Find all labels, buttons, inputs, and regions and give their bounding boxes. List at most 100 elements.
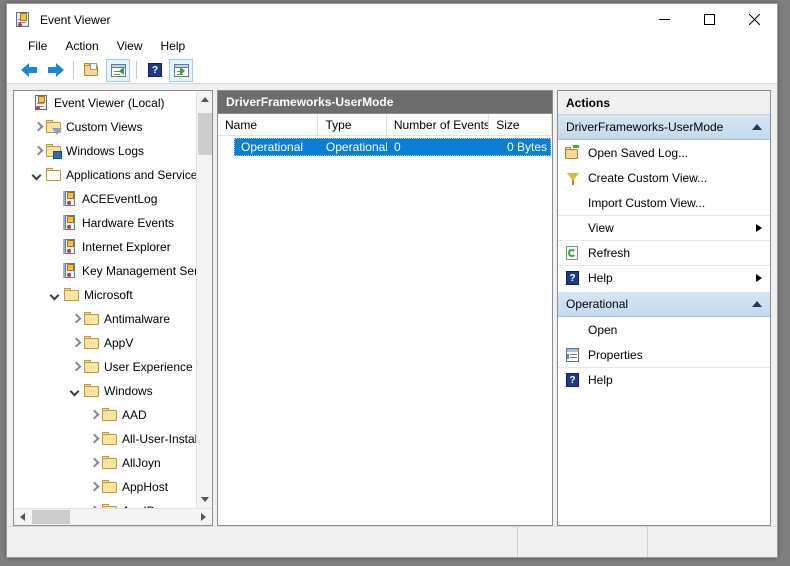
toolbar: ? — [7, 57, 777, 84]
tree-item-windows[interactable]: Windows — [14, 379, 196, 403]
action-help[interactable]: ? Help — [558, 265, 770, 290]
action-open-saved-log[interactable]: Open Saved Log... — [558, 140, 770, 165]
tree-item-aad[interactable]: AAD — [14, 403, 196, 427]
menu-help[interactable]: Help — [152, 37, 195, 55]
action-label: Refresh — [588, 246, 631, 260]
twisty-expanded[interactable] — [66, 387, 84, 396]
scroll-up-button[interactable] — [197, 91, 212, 108]
tree-item-aceeventlog[interactable]: ACEEventLog — [14, 187, 196, 211]
tree-item-applications-and-services[interactable]: Applications and Services — [14, 163, 196, 187]
tree-item-windows-logs[interactable]: Windows Logs — [14, 139, 196, 163]
twisty-collapsed[interactable] — [66, 363, 84, 372]
actions-pane-title: Actions — [558, 91, 770, 115]
actions-pane: Actions DriverFrameworks-UserMode Open S… — [557, 90, 771, 526]
scrollbar-thumb[interactable] — [198, 113, 212, 155]
tree-item-key-management-service[interactable]: Key Management Ser — [14, 259, 196, 283]
minimize-button[interactable] — [642, 4, 687, 35]
column-header-number-of-events[interactable]: Number of Events — [387, 113, 490, 136]
tree-item-custom-views[interactable]: Custom Views — [14, 115, 196, 139]
column-header-name[interactable]: Name — [218, 113, 319, 136]
actions-section-header-operational[interactable]: Operational — [558, 292, 770, 317]
folder-funnel-icon — [46, 119, 62, 135]
show-hide-action-pane-button[interactable] — [169, 58, 193, 82]
tree-item-label: Microsoft — [84, 288, 133, 302]
menu-file[interactable]: File — [19, 37, 56, 55]
scroll-left-button[interactable] — [14, 509, 31, 525]
scrollbar-thumb[interactable] — [32, 510, 70, 524]
help-icon: ? — [564, 270, 582, 286]
tree-item-appid[interactable]: AppID — [14, 499, 196, 508]
twisty-expanded[interactable] — [46, 291, 64, 300]
twisty-collapsed[interactable] — [66, 339, 84, 348]
cell-type: Operational — [325, 140, 387, 154]
action-view[interactable]: View — [558, 215, 770, 240]
help-button[interactable]: ? — [143, 59, 167, 82]
twisty-collapsed[interactable] — [84, 435, 102, 444]
tree-item-apphost[interactable]: AppHost — [14, 475, 196, 499]
twisty-collapsed[interactable] — [84, 459, 102, 468]
twisty-collapsed[interactable] — [84, 411, 102, 420]
tree-vertical-scrollbar[interactable] — [196, 91, 212, 508]
table-row[interactable]: Operational Operational 0 0 Bytes — [234, 138, 551, 156]
action-pane-icon — [173, 63, 189, 77]
console-tree-pane: Event Viewer (Local) Custom Views Window… — [13, 90, 213, 526]
menu-action[interactable]: Action — [56, 37, 107, 55]
triangle-up-icon[interactable] — [752, 301, 762, 307]
tree-item-label: Hardware Events — [82, 216, 175, 230]
tree-horizontal-scrollbar[interactable] — [14, 508, 212, 525]
action-import-custom-view[interactable]: Import Custom View... — [558, 190, 770, 215]
action-open[interactable]: Open — [558, 317, 770, 342]
action-label: Open — [588, 322, 618, 337]
folder-icon — [84, 335, 100, 351]
title-bar: Event Viewer — [7, 4, 777, 35]
twisty-collapsed[interactable] — [28, 147, 46, 156]
action-label: Open Saved Log... — [588, 145, 689, 160]
back-button[interactable] — [17, 59, 41, 82]
status-segment-1 — [7, 527, 517, 557]
twisty-collapsed[interactable] — [66, 315, 84, 324]
menu-view[interactable]: View — [108, 37, 152, 55]
forward-button[interactable] — [43, 59, 67, 82]
log-list-pane: DriverFrameworks-UserMode Name Type Numb… — [217, 90, 553, 526]
action-label: Help — [588, 373, 613, 387]
tree-item-alljoyn[interactable]: AllJoyn — [14, 451, 196, 475]
column-header-size[interactable]: Size — [489, 113, 552, 136]
action-help-operational[interactable]: ? Help — [558, 367, 770, 392]
actions-section-header-driverframeworks[interactable]: DriverFrameworks-UserMode — [558, 115, 770, 140]
twisty-collapsed[interactable] — [28, 123, 46, 132]
folder-icon — [102, 407, 118, 423]
tree-item-appv[interactable]: AppV — [14, 331, 196, 355]
open-saved-log-button[interactable] — [80, 59, 104, 82]
tree-item-all-user-install[interactable]: All-User-Instal — [14, 427, 196, 451]
column-header-type[interactable]: Type — [318, 113, 387, 136]
tree-item-antimalware[interactable]: Antimalware — [14, 307, 196, 331]
scroll-right-button[interactable] — [195, 509, 212, 525]
tree-item-user-experience-virtualization[interactable]: User Experience Vi — [14, 355, 196, 379]
close-button[interactable] — [732, 4, 777, 35]
tree-item-internet-explorer[interactable]: Internet Explorer — [14, 235, 196, 259]
scroll-down-button[interactable] — [197, 491, 212, 508]
action-create-custom-view[interactable]: Create Custom View... — [558, 165, 770, 190]
folder-icon — [102, 455, 118, 471]
tree-item-label: AllJoyn — [122, 456, 161, 470]
tree-item-event-viewer-local[interactable]: Event Viewer (Local) — [14, 91, 196, 115]
tree-item-hardware-events[interactable]: Hardware Events — [14, 211, 196, 235]
triangle-up-icon[interactable] — [752, 124, 762, 130]
maximize-button[interactable] — [687, 4, 732, 35]
action-refresh[interactable]: Refresh — [558, 240, 770, 265]
status-segment-3 — [647, 527, 777, 557]
log-icon — [62, 215, 78, 231]
folder-icon — [102, 431, 118, 447]
twisty-collapsed[interactable] — [84, 483, 102, 492]
no-icon — [564, 220, 582, 236]
show-hide-console-tree-button[interactable] — [106, 58, 130, 82]
help-icon: ? — [148, 63, 162, 77]
content-area: Event Viewer (Local) Custom Views Window… — [7, 84, 777, 526]
twisty-expanded[interactable] — [28, 171, 46, 180]
tree-item-label: AppV — [104, 336, 134, 350]
action-label: Import Custom View... — [588, 195, 706, 210]
window-controls — [642, 4, 777, 35]
right-arrow-icon — [47, 63, 64, 77]
tree-item-microsoft[interactable]: Microsoft — [14, 283, 196, 307]
action-properties[interactable]: Properties — [558, 342, 770, 367]
